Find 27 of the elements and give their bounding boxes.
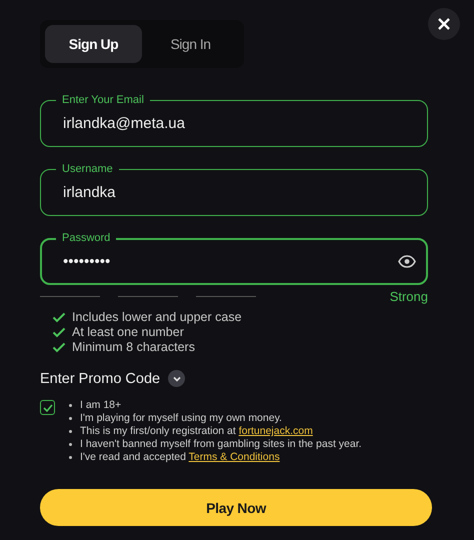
- promo-label: Enter Promo Code: [40, 370, 160, 386]
- requirement-text: At least one number: [72, 325, 184, 339]
- check-icon: [42, 404, 52, 412]
- terms-checkbox[interactable]: [40, 400, 55, 415]
- bullet-icon: [69, 417, 72, 420]
- terms-text: I haven't banned myself from gambling sites in the past year.: [80, 438, 362, 451]
- bullet-icon: [69, 430, 72, 433]
- requirement-text: Includes lower and upper case: [72, 310, 242, 324]
- bullet-icon: [69, 404, 72, 407]
- close-button[interactable]: [428, 8, 460, 40]
- tab[interactable]: Sign Up: [45, 25, 142, 63]
- terms-link[interactable]: fortunejack.com: [238, 425, 313, 437]
- terms-text: I am 18+: [80, 399, 122, 412]
- requirement-text: Minimum 8 characters: [72, 340, 195, 354]
- play-now-button[interactable]: Play Now: [40, 489, 432, 526]
- strength-label: Strong: [390, 289, 428, 304]
- chevron-icon: [172, 376, 181, 382]
- bullet-icon: [69, 456, 72, 459]
- terms-text: I'm playing for myself using my own money.: [80, 412, 282, 425]
- terms-text: This is my first/only registration at fortunejack.com: [80, 425, 313, 438]
- terms-link[interactable]: Terms & Conditions: [188, 451, 280, 463]
- eye-icon[interactable]: [398, 255, 416, 268]
- tab[interactable]: Sign In: [142, 25, 239, 63]
- terms-text: I've read and accepted Terms & Conditions: [80, 451, 280, 464]
- expand-button[interactable]: [168, 370, 186, 387]
- bullet-icon: [69, 443, 72, 446]
- close-icon: [438, 18, 450, 30]
